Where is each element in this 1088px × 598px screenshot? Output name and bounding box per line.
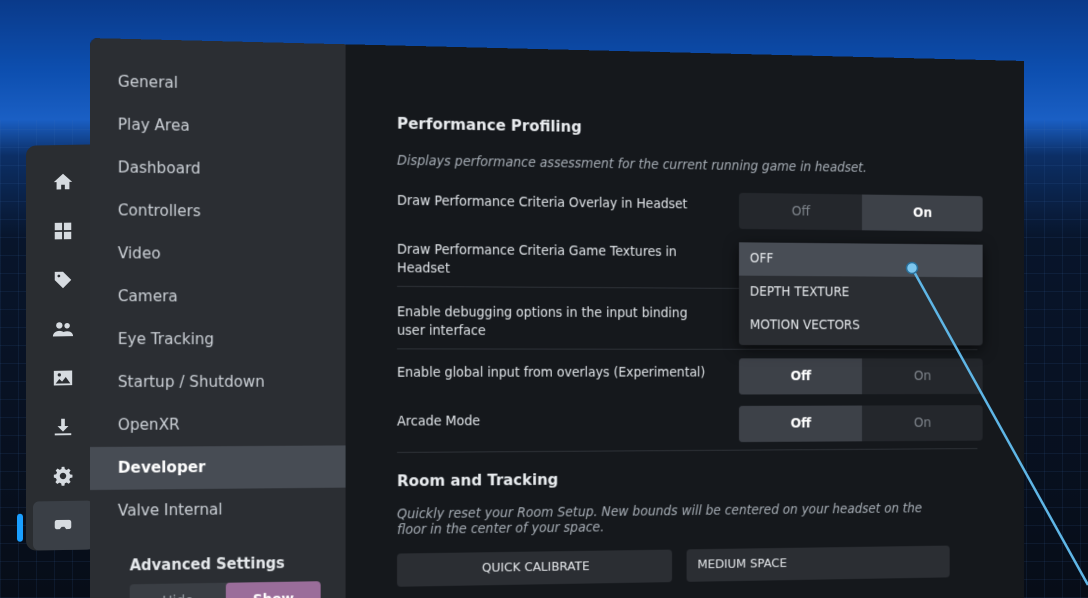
dropdown-option-motion-vectors[interactable]: MOTION VECTORS [739, 309, 983, 343]
nav-item-controllers[interactable]: Controllers [90, 189, 346, 235]
icon-rail [26, 144, 100, 550]
advanced-hide-option[interactable]: Hide [130, 583, 226, 598]
arcade-mode-label: Arcade Mode [397, 412, 712, 432]
gear-icon[interactable] [33, 451, 93, 501]
nav-item-openxr[interactable]: OpenXR [90, 403, 346, 447]
room-tracking-desc: Quickly reset your Room Setup. New bound… [397, 501, 951, 538]
download-icon[interactable] [33, 402, 93, 452]
global-input-off-option[interactable]: Off [739, 358, 862, 394]
arcade-mode-on-option[interactable]: On [862, 405, 983, 441]
global-input-toggle: Off On [739, 358, 983, 394]
advanced-settings-toggle: Hide Show [130, 581, 321, 598]
nav-item-developer[interactable]: Developer [90, 445, 346, 490]
quick-calibrate-button[interactable]: QUICK CALIBRATE [397, 550, 672, 587]
nav-item-general[interactable]: General [90, 60, 346, 108]
media-icon[interactable] [33, 353, 93, 403]
headset-icon[interactable] [33, 500, 93, 550]
advanced-settings-label: Advanced Settings [90, 553, 346, 575]
settings-panel: General Play Area Dashboard Controllers … [90, 38, 1024, 598]
performance-profiling-desc: Displays performance assessment for the … [397, 153, 951, 177]
nav-item-eye-tracking[interactable]: Eye Tracking [90, 318, 346, 361]
nav-item-dashboard[interactable]: Dashboard [90, 146, 346, 192]
nav-item-play-area[interactable]: Play Area [90, 103, 346, 150]
tag-icon[interactable] [33, 255, 93, 305]
divider [397, 448, 977, 453]
room-tracking-title: Room and Tracking [397, 470, 558, 490]
grid-icon[interactable] [33, 206, 93, 256]
global-input-label: Enable global input from overlays (Exper… [397, 364, 712, 383]
overlay-label: Draw Performance Criteria Overlay in Hea… [397, 192, 712, 214]
arcade-mode-off-option[interactable]: Off [739, 406, 862, 443]
nav-item-camera[interactable]: Camera [90, 275, 346, 319]
settings-nav: General Play Area Dashboard Controllers … [90, 38, 346, 598]
nav-item-valve-internal[interactable]: Valve Internal [90, 488, 346, 533]
overlay-toggle: Off On [739, 193, 983, 232]
medium-space-button[interactable]: MEDIUM SPACE [687, 546, 950, 582]
global-input-on-option[interactable]: On [862, 358, 983, 394]
dropdown-option-off[interactable]: OFF [739, 242, 983, 277]
arcade-mode-toggle: Off On [739, 405, 983, 442]
game-textures-dropdown: OFF DEPTH TEXTURE MOTION VECTORS [739, 242, 983, 345]
debug-options-label: Enable debugging options in the input bi… [397, 303, 712, 341]
overlay-off-option[interactable]: Off [739, 193, 862, 230]
friends-icon[interactable] [33, 304, 93, 354]
nav-item-video[interactable]: Video [90, 232, 346, 277]
dropdown-option-depth-texture[interactable]: DEPTH TEXTURE [739, 276, 983, 310]
nav-item-startup-shutdown[interactable]: Startup / Shutdown [90, 361, 346, 404]
home-icon[interactable] [33, 156, 93, 206]
advanced-show-option[interactable]: Show [226, 581, 321, 598]
performance-profiling-title: Performance Profiling [397, 114, 582, 136]
divider [397, 348, 977, 350]
game-textures-label: Draw Performance Criteria Game Textures … [397, 241, 712, 280]
settings-content: Performance Profiling Displays performan… [397, 46, 1012, 598]
overlay-on-option[interactable]: On [862, 195, 983, 232]
